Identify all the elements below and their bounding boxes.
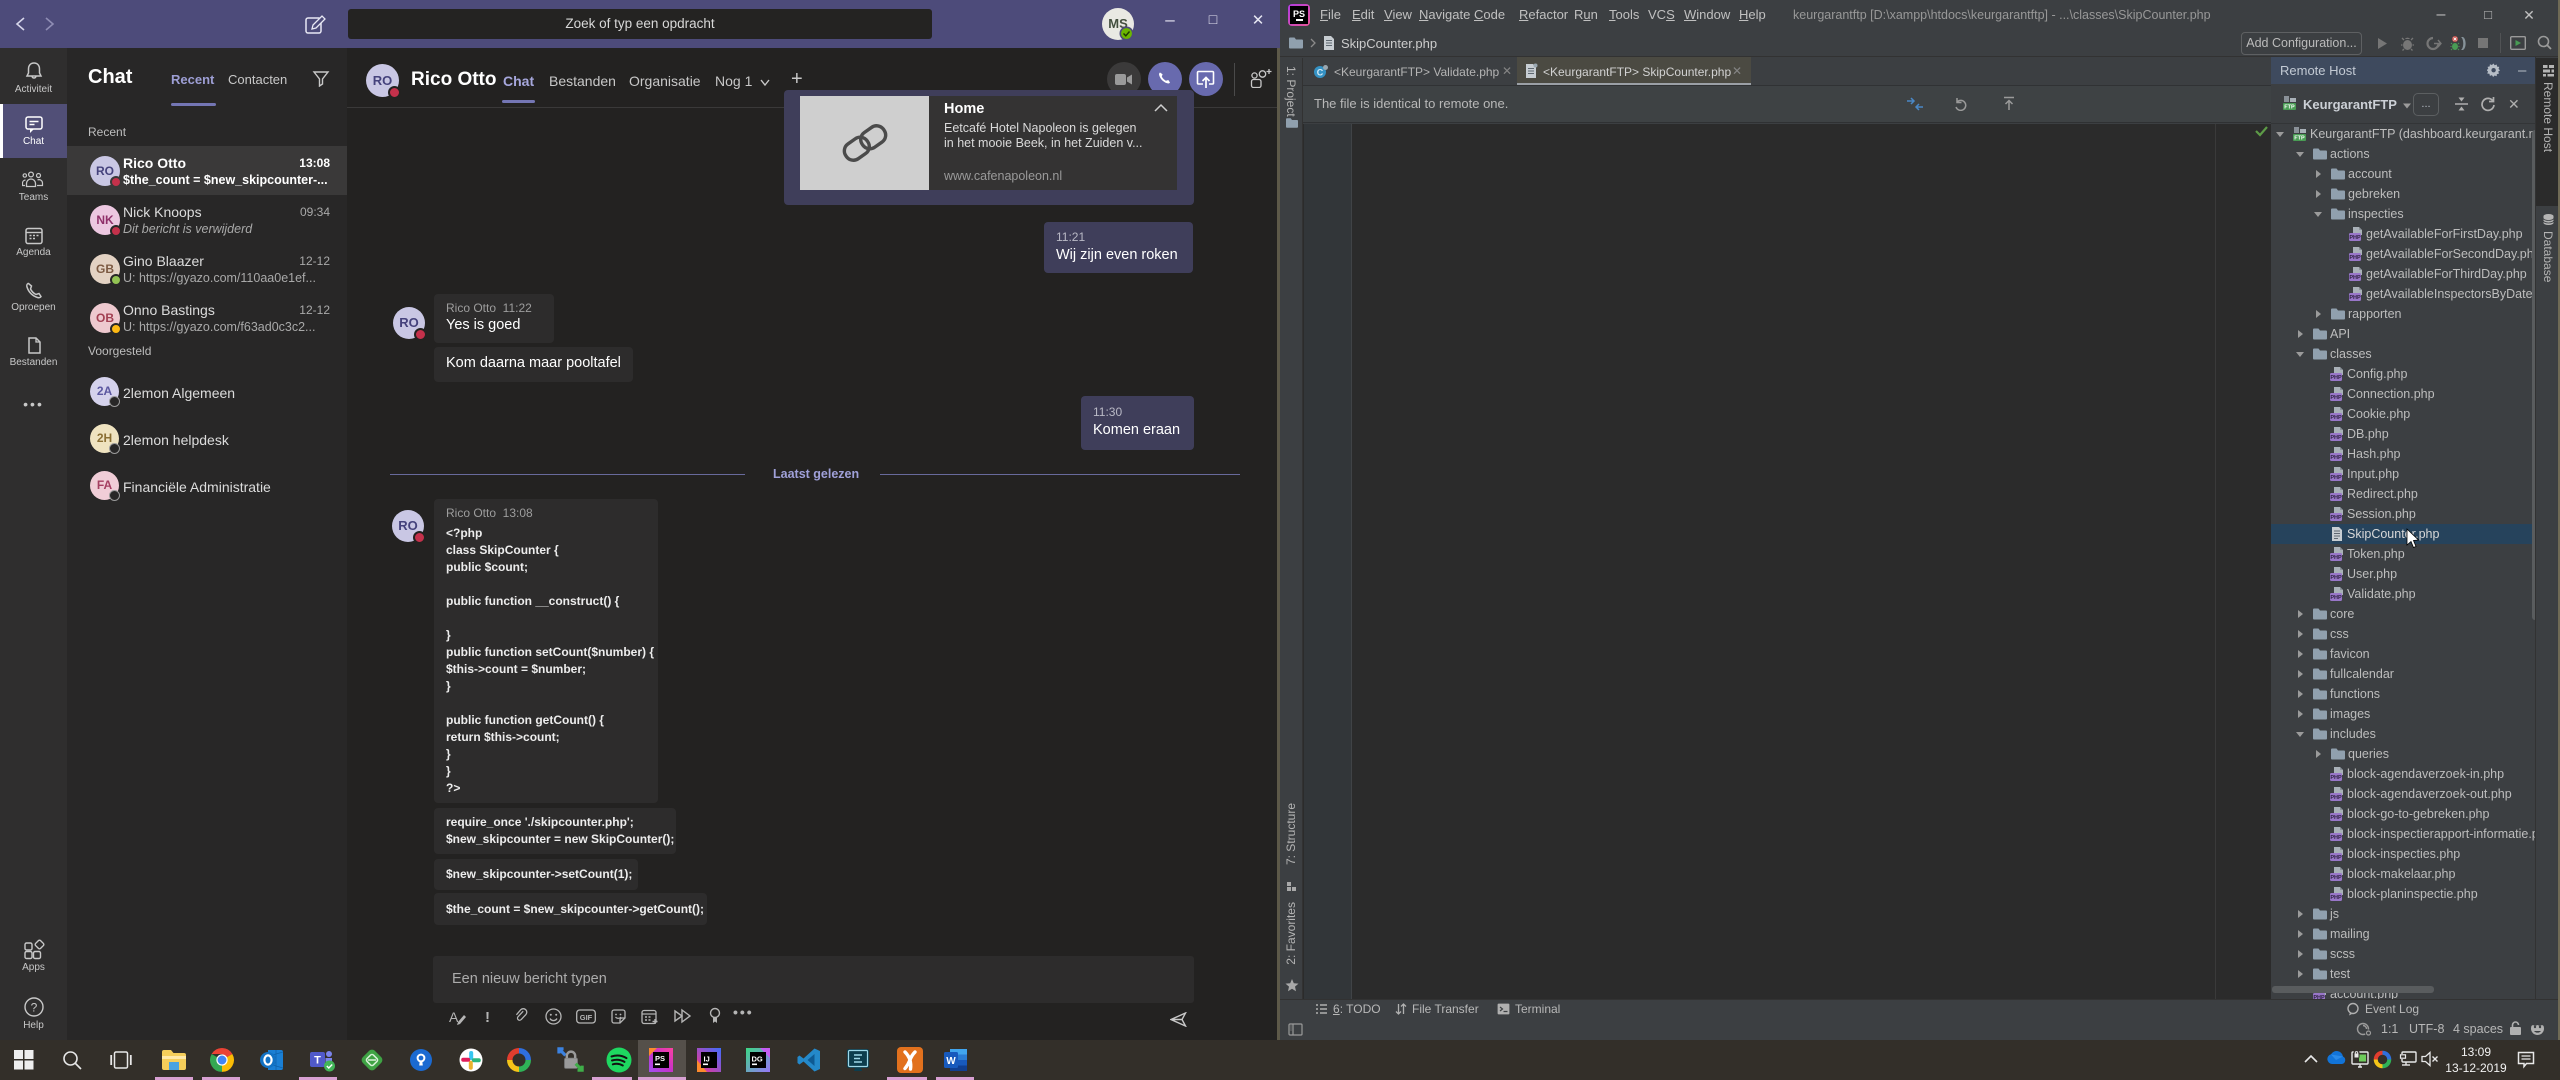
svg-text:GIF: GIF <box>580 1013 593 1022</box>
svg-text:C: C <box>1317 68 1324 78</box>
svg-text:DG: DG <box>752 1055 763 1064</box>
svg-text:T: T <box>314 1055 321 1067</box>
svg-text:?: ? <box>30 1001 37 1015</box>
svg-text:W: W <box>946 1056 956 1067</box>
svg-text:IJ: IJ <box>704 1055 710 1064</box>
svg-text:PS: PS <box>655 1054 665 1063</box>
svg-text:A: A <box>449 1009 459 1025</box>
